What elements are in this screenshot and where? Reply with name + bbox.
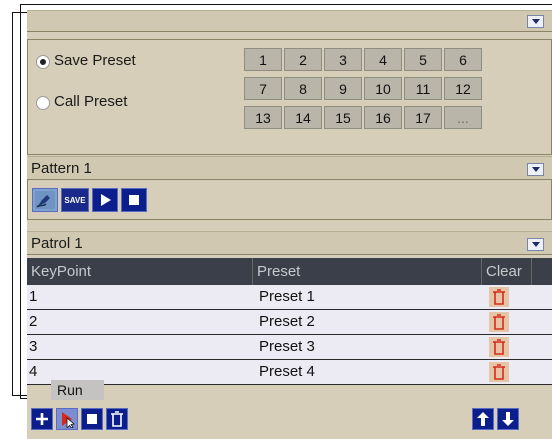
run-icon[interactable] — [56, 408, 78, 430]
keypoint-cell: 4 — [29, 363, 38, 380]
patrol-toolbar — [31, 408, 552, 432]
save-button-label: SAVE — [64, 195, 86, 205]
add-icon[interactable] — [31, 408, 53, 430]
preset-number-button[interactable]: 9 — [324, 77, 362, 100]
preset-more-button[interactable]: ... — [444, 106, 482, 129]
call-preset-radio[interactable] — [36, 96, 50, 110]
pattern-header: Pattern 1 — [27, 156, 552, 180]
play-icon[interactable] — [92, 188, 118, 212]
preset-cell: Preset 2 — [259, 313, 315, 330]
delete-icon[interactable] — [106, 408, 128, 430]
patrol-table-header: KeyPoint Preset Clear — [27, 258, 552, 285]
trash-icon[interactable] — [489, 362, 509, 382]
preset-section: Save Preset Call Preset 1 2 3 4 5 6 7 8 … — [27, 39, 552, 155]
table-row[interactable]: 1 Preset 1 — [27, 285, 552, 310]
preset-number-button[interactable]: 2 — [284, 48, 322, 71]
save-preset-radio[interactable] — [36, 55, 50, 69]
preset-number-button[interactable]: 7 — [244, 77, 282, 100]
trash-icon[interactable] — [489, 337, 509, 357]
pattern-title: Pattern 1 — [31, 160, 92, 177]
stop-icon[interactable] — [81, 408, 103, 430]
table-row[interactable]: 2 Preset 2 — [27, 310, 552, 335]
preset-number-button[interactable]: 16 — [364, 106, 402, 129]
call-preset-label: Call Preset — [54, 93, 128, 110]
preset-number-button[interactable]: 3 — [324, 48, 362, 71]
stop-icon[interactable] — [121, 188, 147, 212]
preset-number-button[interactable]: 17 — [404, 106, 442, 129]
save-preset-label: Save Preset — [54, 52, 136, 69]
preset-number-button[interactable]: 5 — [404, 48, 442, 71]
preset-number-button[interactable]: 11 — [404, 77, 442, 100]
preset-cell: Preset 4 — [259, 363, 315, 380]
chevron-down-icon[interactable] — [527, 15, 544, 28]
save-button[interactable]: SAVE — [61, 188, 89, 212]
table-row[interactable]: 4 Preset 4 — [27, 360, 552, 385]
preset-cell: Preset 1 — [259, 288, 315, 305]
preset-number-button[interactable]: 4 — [364, 48, 402, 71]
preset-number-button[interactable]: 14 — [284, 106, 322, 129]
preset-number-button[interactable]: 15 — [324, 106, 362, 129]
keypoint-cell: 3 — [29, 338, 38, 355]
preset-number-button[interactable]: 12 — [444, 77, 482, 100]
preset-number-button[interactable]: 13 — [244, 106, 282, 129]
arrow-up-icon[interactable] — [472, 408, 494, 430]
patrol-dropdown-chevron-icon[interactable] — [527, 238, 544, 251]
trash-icon[interactable] — [489, 312, 509, 332]
keypoint-cell: 1 — [29, 288, 38, 305]
column-header-scroll — [532, 258, 552, 285]
trash-icon[interactable] — [489, 287, 509, 307]
patrol-table-body: 1 Preset 1 2 Preset 2 3 Preset 3 4 Prese… — [27, 285, 552, 385]
preset-number-button[interactable]: 8 — [284, 77, 322, 100]
column-header-keypoint: KeyPoint — [27, 258, 253, 285]
preset-number-button[interactable]: 10 — [364, 77, 402, 100]
pattern-dropdown-chevron-icon[interactable] — [527, 163, 544, 176]
patrol-header: Patrol 1 — [27, 231, 552, 255]
table-row[interactable]: 3 Preset 3 — [27, 335, 552, 360]
top-header-bar — [27, 10, 552, 32]
arrow-down-icon[interactable] — [497, 408, 519, 430]
keypoint-cell: 2 — [29, 313, 38, 330]
preset-number-button[interactable]: 1 — [244, 48, 282, 71]
column-header-clear: Clear — [482, 258, 532, 285]
patrol-title: Patrol 1 — [31, 235, 83, 252]
pen-icon[interactable] — [32, 188, 58, 212]
ptz-panel: Save Preset Call Preset 1 2 3 4 5 6 7 8 … — [27, 10, 552, 439]
pattern-toolbar: SAVE — [27, 180, 552, 220]
column-header-preset: Preset — [253, 258, 482, 285]
preset-number-button[interactable]: 6 — [444, 48, 482, 71]
run-tooltip: Run — [51, 380, 104, 400]
preset-cell: Preset 3 — [259, 338, 315, 355]
